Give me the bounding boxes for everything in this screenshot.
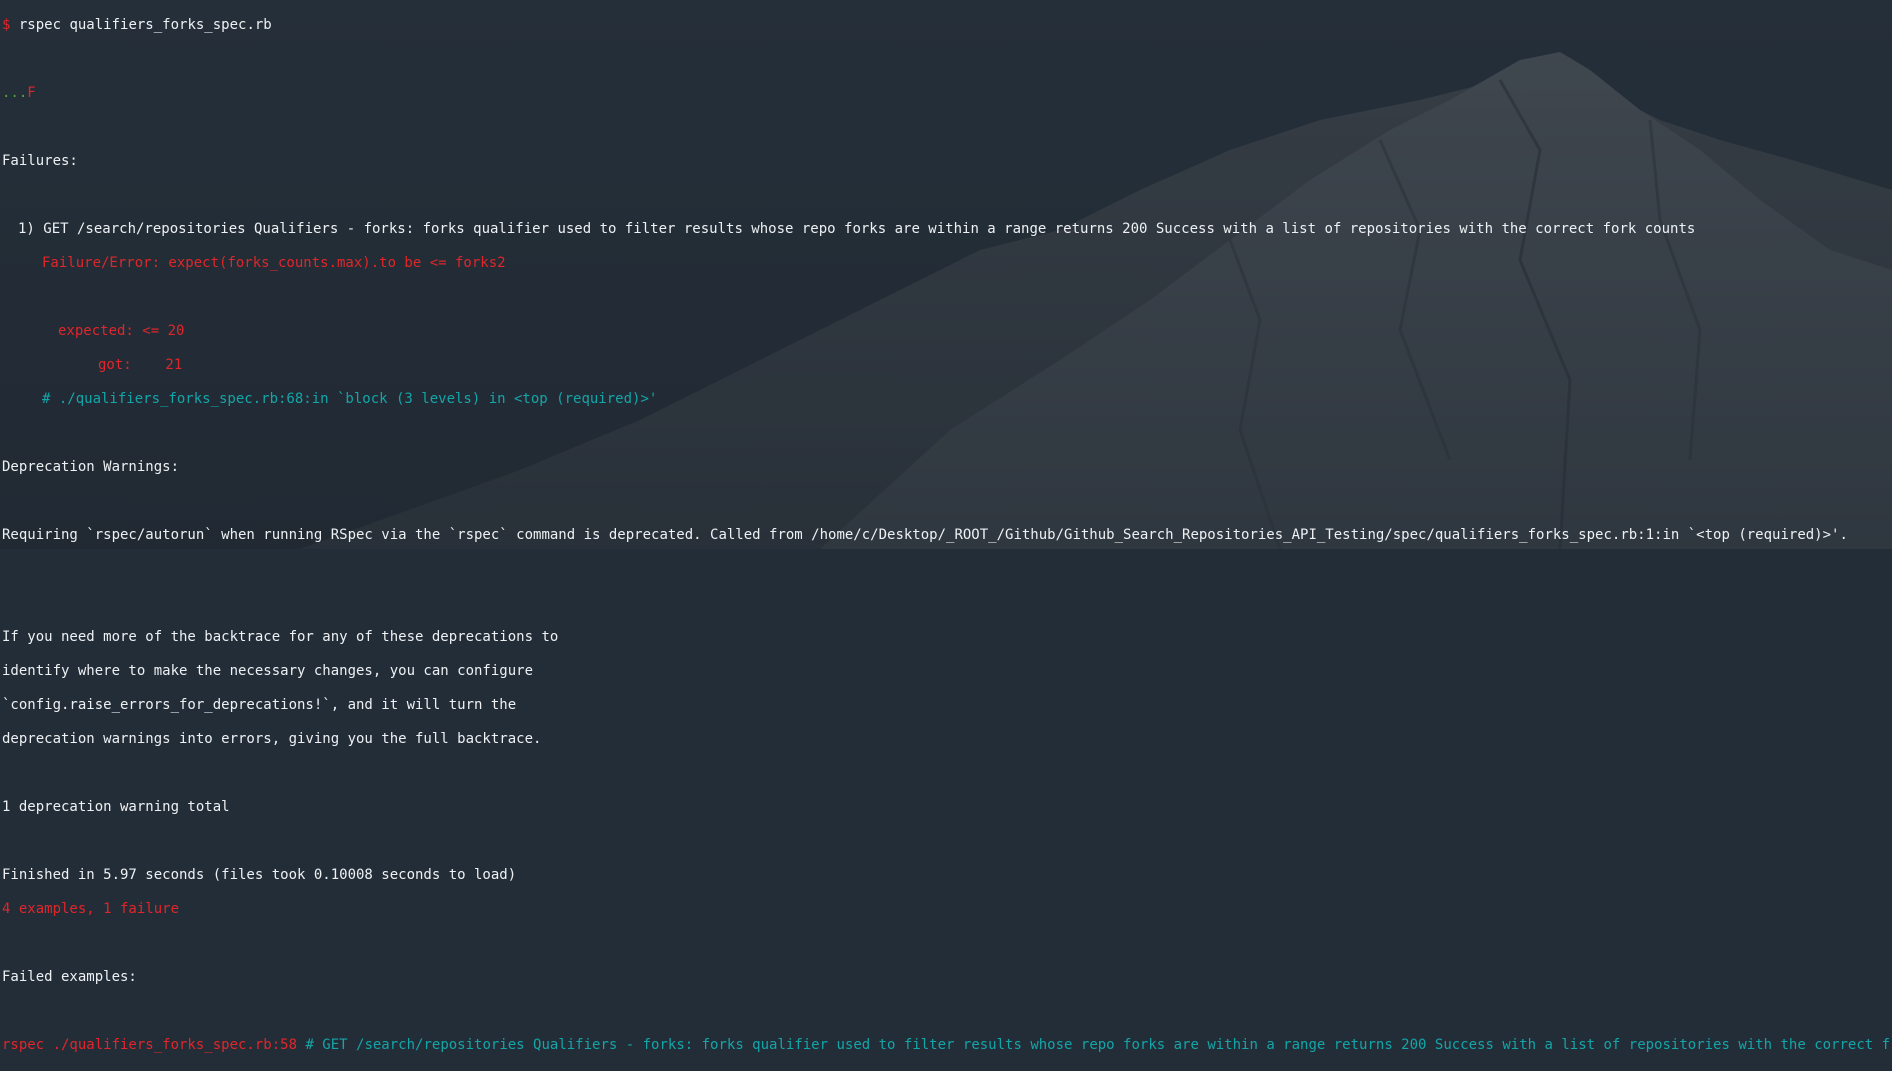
deprecation-message: Requiring `rspec/autorun` when running R…	[2, 527, 1848, 543]
failures-heading: Failures:	[2, 153, 78, 169]
summary-line: 4 examples, 1 failure	[2, 901, 180, 917]
rerun-line: rspec ./qualifiers_forks_spec.rb:58 # GE…	[2, 1037, 1890, 1054]
failure-expected: expected: <= 20	[58, 323, 185, 339]
failure-title: 1) GET /search/repositories Qualifiers -…	[18, 221, 1696, 237]
failure-error: Failure/Error: expect(forks_counts.max).…	[42, 255, 506, 271]
progress-line: ...F	[2, 85, 1890, 102]
backtrace-help-line: `config.raise_errors_for_deprecations!`,…	[2, 697, 517, 713]
deprecation-total: 1 deprecation warning total	[2, 799, 230, 815]
backtrace-help-line: deprecation warnings into errors, giving…	[2, 731, 542, 747]
deprecation-heading: Deprecation Warnings:	[2, 459, 180, 475]
command-text: rspec qualifiers_forks_spec.rb	[18, 17, 272, 33]
backtrace-help-line: identify where to make the necessary cha…	[2, 663, 534, 679]
finished-line: Finished in 5.97 seconds (files took 0.1…	[2, 867, 517, 883]
failure-trace: # ./qualifiers_forks_spec.rb:68:in `bloc…	[42, 391, 658, 407]
failure-got: got: 21	[98, 357, 183, 373]
backtrace-help-line: If you need more of the backtrace for an…	[2, 629, 559, 645]
progress-fail: F	[27, 85, 36, 101]
progress-pass: ...	[2, 85, 28, 101]
prompt-symbol: $	[2, 17, 11, 33]
terminal-output: $ rspec qualifiers_forks_spec.rb ...F Fa…	[2, 0, 1890, 1071]
rerun-comment: # GET /search/repositories Qualifiers - …	[305, 1037, 1890, 1053]
rerun-command: rspec ./qualifiers_forks_spec.rb:58	[2, 1037, 298, 1053]
failed-examples-heading: Failed examples:	[2, 969, 137, 985]
command-line: $ rspec qualifiers_forks_spec.rb	[2, 17, 1890, 34]
